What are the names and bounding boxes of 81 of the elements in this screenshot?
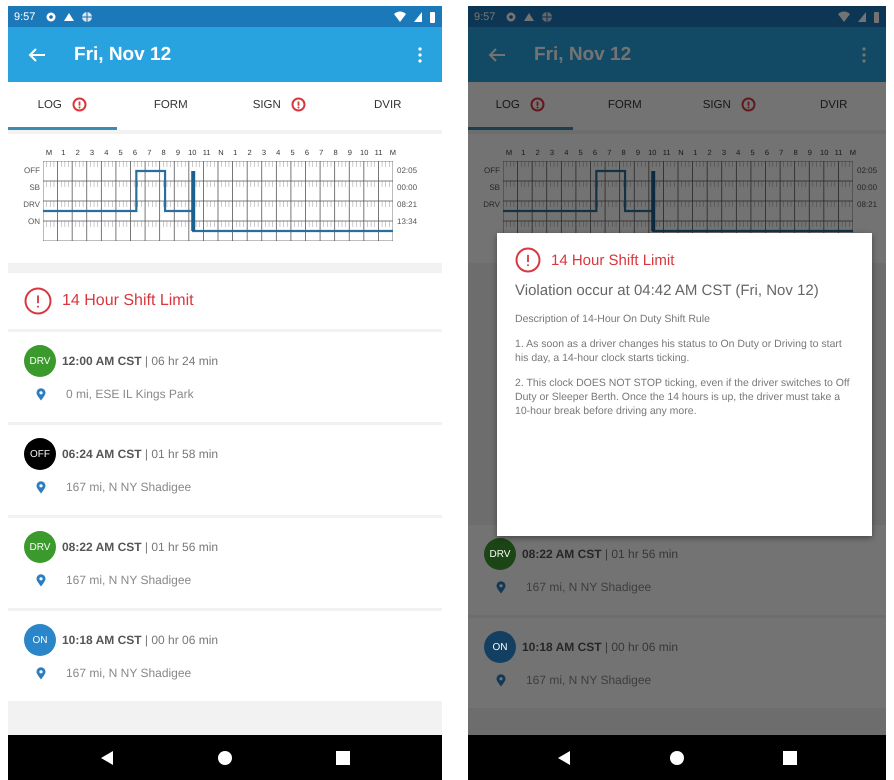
more-menu-icon[interactable] [418, 46, 422, 62]
location-text: 167 mi, N NY Shadigee [66, 573, 192, 587]
battery-icon [429, 10, 436, 22]
status-total: 02:05 [857, 165, 878, 176]
back-icon[interactable] [556, 750, 572, 766]
status-badge: DRV [24, 345, 56, 377]
location-text: 167 mi, N NY Shadigee [66, 666, 192, 680]
globe-icon [541, 10, 554, 22]
alert-icon [515, 247, 541, 273]
status-total: 02:05 [397, 165, 418, 176]
entry-time: 10:18 AM CST | 00 hr 06 min [522, 640, 678, 654]
clock-time: 9:57 [474, 10, 496, 22]
log-entry[interactable]: DRV 08:22 AM CST | 01 hr 56 min 167 mi, N NY Shadigee [8, 518, 442, 608]
entry-time: 08:22 AM CST | 01 hr 56 min [522, 547, 678, 561]
status-badge: ON [484, 631, 516, 663]
tab[interactable]: LOG [8, 82, 116, 130]
location-pin-icon [36, 480, 46, 494]
status-badge: ON [24, 624, 56, 656]
location-pin-icon [36, 666, 46, 680]
back-icon[interactable] [99, 750, 115, 766]
recents-icon[interactable] [335, 750, 351, 766]
entry-time: 12:00 AM CST | 06 hr 24 min [62, 354, 218, 368]
wifi-icon [393, 10, 407, 22]
tab[interactable]: DVIR [782, 82, 886, 130]
recents-icon[interactable] [782, 750, 798, 766]
location-text: 167 mi, N NY Shadigee [66, 480, 192, 494]
violation-title: 14 Hour Shift Limit [62, 292, 194, 310]
back-arrow-icon[interactable] [28, 46, 46, 62]
tab[interactable]: SIGN [225, 82, 334, 130]
home-icon[interactable] [217, 750, 233, 766]
home-icon[interactable] [668, 750, 685, 766]
status-label: DRV [23, 199, 40, 210]
status-badge: DRV [484, 538, 516, 570]
log-entry[interactable]: DRV 12:00 AM CST | 06 hr 24 min 0 mi, ESE IL Kings Park [8, 332, 442, 422]
log-entry[interactable]: OFF 06:24 AM CST | 01 hr 58 min 167 mi, N NY Shadigee [8, 425, 442, 515]
screen-title: Fri, Nov 12 [534, 44, 632, 66]
status-label: SB [29, 182, 40, 193]
location-pin-icon [496, 580, 506, 594]
globe-icon [81, 10, 94, 22]
violation-row[interactable]: 14 Hour Shift Limit [8, 273, 442, 329]
status-label: ON [28, 216, 40, 227]
status-total: 00:00 [397, 182, 418, 193]
status-badge: DRV [24, 531, 56, 563]
triangle-icon [523, 10, 536, 22]
rule-paragraph: 1. As soon as a driver changes his status to On Duty or Driving to start his day, a 14-hour clock starts ticking. [515, 338, 843, 366]
location-pin-icon [36, 574, 46, 586]
status-label: OFF [484, 165, 500, 176]
signal-icon [413, 10, 423, 22]
entry-time: 08:22 AM CST | 01 hr 56 min [62, 540, 218, 554]
status-label: OFF [24, 165, 40, 176]
tab[interactable]: FORM [116, 82, 225, 130]
rule-paragraph: Description of 14-Hour On Duty Shift Rule [515, 312, 711, 326]
status-label: SB [489, 182, 500, 193]
log-entry[interactable]: ON 10:18 AM CST | 00 hr 06 min 167 mi, N NY Shadigee [8, 611, 442, 701]
alert-icon [24, 287, 52, 315]
location-pin-icon [496, 674, 506, 686]
triangle-icon [63, 10, 76, 22]
settings-icon [505, 10, 518, 22]
rule-paragraph: 2. This clock DOES NOT STOP ticking, even if the driver switches to Off Duty or Sleeper Berth. Once the 14 hours is up, the driver must take a 10-hour break before driving any more. [515, 377, 851, 418]
tab[interactable]: SIGN [677, 82, 782, 130]
dialog-title: 14 Hour Shift Limit [551, 252, 674, 268]
tab[interactable]: LOG [468, 82, 572, 130]
status-total: 13:34 [397, 216, 418, 227]
tab[interactable]: FORM [572, 82, 677, 130]
status-total: 08:21 [857, 199, 878, 210]
status-label: DRV [483, 199, 500, 210]
tab[interactable]: DVIR [334, 82, 442, 130]
clock-time: 9:57 [14, 10, 36, 22]
battery-icon [873, 10, 880, 22]
settings-icon [45, 10, 58, 22]
location-pin-icon [36, 388, 46, 400]
location-text: 0 mi, ESE IL Kings Park [66, 387, 194, 401]
signal-icon [857, 10, 867, 22]
entry-time: 10:18 AM CST | 00 hr 06 min [62, 633, 218, 647]
entry-time: 06:24 AM CST | 01 hr 58 min [62, 447, 218, 461]
violation-time: Violation occur at 04:42 AM CST (Fri, Nov 12) [515, 281, 820, 300]
screen-title: Fri, Nov 12 [74, 44, 172, 66]
wifi-icon [837, 10, 851, 22]
status-badge: OFF [24, 438, 56, 470]
status-total: 08:21 [397, 199, 418, 210]
status-total: 00:00 [857, 182, 878, 193]
